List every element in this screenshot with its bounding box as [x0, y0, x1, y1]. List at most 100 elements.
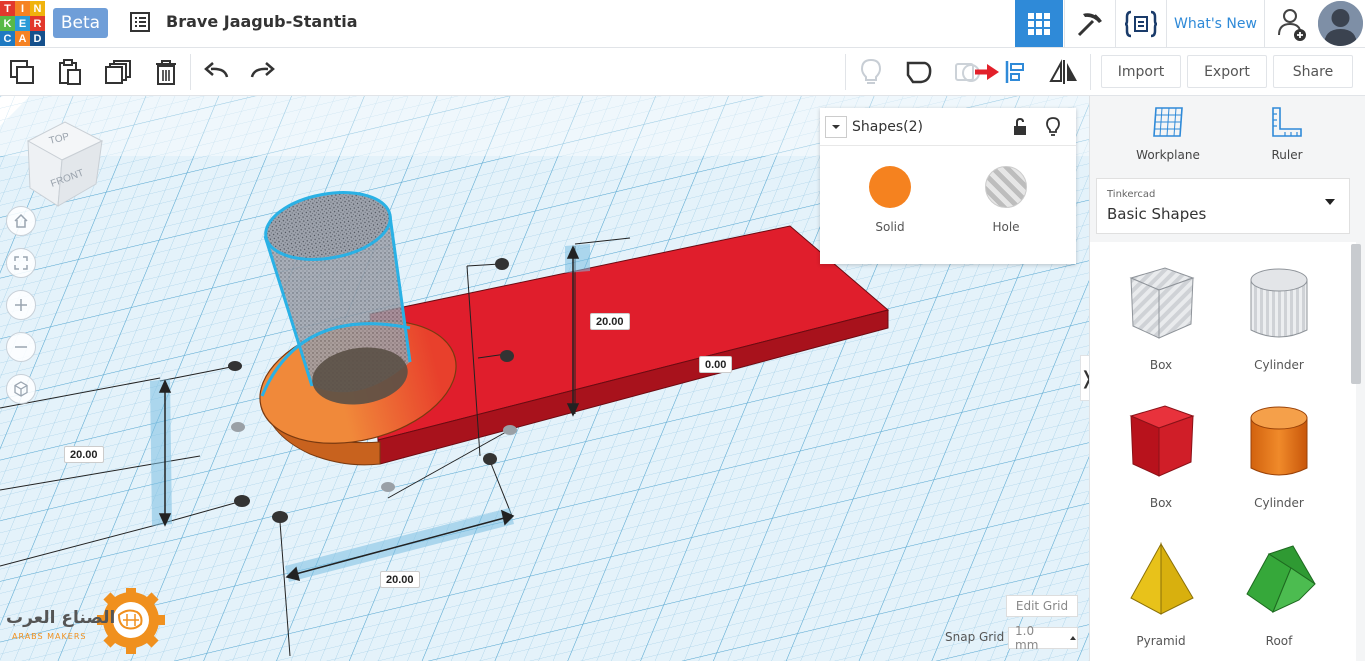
- share-button[interactable]: Share: [1273, 55, 1353, 88]
- inspector-header: Shapes(2): [820, 108, 1076, 146]
- shape-library-select[interactable]: Tinkercad Basic Shapes: [1096, 178, 1350, 234]
- pickaxe-nav-button[interactable]: [1064, 0, 1114, 47]
- mirror-button[interactable]: [1048, 56, 1080, 88]
- zoom-out-button[interactable]: [6, 332, 36, 362]
- collapse-inspector-button[interactable]: [825, 115, 847, 138]
- shape-box-hole[interactable]: Box: [1102, 260, 1220, 380]
- home-view-button[interactable]: [6, 206, 36, 236]
- box-solid-icon: [1129, 405, 1195, 477]
- shape-pyramid[interactable]: Pyramid: [1102, 536, 1220, 656]
- toolbar-divider: [845, 54, 846, 90]
- notes-button[interactable]: [855, 56, 887, 88]
- duplicate-button[interactable]: [102, 56, 134, 88]
- lock-icon[interactable]: [1012, 117, 1028, 137]
- resize-handle[interactable]: [500, 350, 514, 362]
- fit-view-button[interactable]: [6, 248, 36, 278]
- ruler-tool[interactable]: Ruler: [1237, 104, 1337, 162]
- brand-arabic-text: الصناع العرب: [6, 608, 116, 628]
- hole-option[interactable]: Hole: [966, 166, 1046, 234]
- roof-icon: [1246, 545, 1316, 613]
- solid-color-swatch[interactable]: [869, 166, 911, 208]
- library-name: Basic Shapes: [1107, 205, 1207, 223]
- shape-cylinder-hole[interactable]: Cylinder: [1220, 260, 1338, 380]
- library-source-label: Tinkercad: [1107, 189, 1156, 200]
- snap-grid-select[interactable]: 1.0 mm: [1008, 624, 1078, 652]
- shape-roof[interactable]: Roof: [1220, 536, 1338, 656]
- hole-swatch[interactable]: [985, 166, 1027, 208]
- resize-handle[interactable]: [483, 453, 497, 465]
- logo-letter: E: [15, 16, 30, 31]
- resize-handle[interactable]: [495, 258, 509, 270]
- import-button[interactable]: Import: [1101, 55, 1181, 88]
- elevation-dimension-label[interactable]: 0.00: [699, 356, 733, 373]
- show-all-button[interactable]: [903, 56, 935, 88]
- lightbulb-icon: [860, 58, 882, 84]
- lightbulb-icon[interactable]: [1045, 116, 1061, 138]
- shape-box-solid[interactable]: Box: [1102, 398, 1220, 518]
- resize-handle[interactable]: [272, 511, 288, 523]
- shape-label: Cylinder: [1254, 358, 1304, 372]
- zoom-in-button[interactable]: [6, 290, 36, 320]
- resize-handle[interactable]: [228, 361, 242, 371]
- toolbar-divider: [1090, 54, 1091, 90]
- edit-grid-button[interactable]: Edit Grid: [1006, 595, 1078, 617]
- logo-letter: N: [30, 1, 45, 16]
- plus-icon: [15, 299, 27, 311]
- shapes-scrollbar[interactable]: [1351, 244, 1361, 384]
- shapes-grid: Box Cylinder Box Cylinder Pyramid Roof: [1090, 242, 1356, 662]
- shape-cylinder-solid[interactable]: Cylinder: [1220, 398, 1338, 518]
- codeblocks-icon: [1124, 10, 1157, 37]
- height-dimension-label[interactable]: 20.00: [590, 313, 630, 330]
- caret-down-icon: [1325, 199, 1335, 205]
- shape-label: Pyramid: [1136, 634, 1186, 648]
- resize-handle[interactable]: [231, 422, 245, 432]
- mirror-icon: [1049, 59, 1077, 84]
- copy-icon: [10, 60, 34, 84]
- copy-button[interactable]: [6, 56, 38, 88]
- snap-grid-label: Snap Grid: [945, 630, 1005, 644]
- user-avatar[interactable]: [1318, 1, 1363, 46]
- pointer-arrow-annotation: [972, 56, 1002, 88]
- snap-grid-value: 1.0 mm: [1015, 624, 1039, 652]
- logo-letter: R: [30, 16, 45, 31]
- delete-button[interactable]: [150, 56, 182, 88]
- caret-down-icon: [832, 124, 840, 129]
- design-list-icon[interactable]: [130, 12, 150, 32]
- cube-icon: [14, 381, 28, 397]
- 3d-design-nav-button[interactable]: [1015, 0, 1063, 47]
- add-user-icon: [1278, 8, 1306, 41]
- pyramid-icon: [1130, 542, 1194, 615]
- paste-button[interactable]: [54, 56, 86, 88]
- undo-button[interactable]: [200, 56, 232, 88]
- home-icon: [14, 213, 28, 228]
- align-button[interactable]: [1000, 56, 1032, 88]
- pickaxe-icon: [1077, 12, 1102, 36]
- export-button[interactable]: Export: [1187, 55, 1267, 88]
- redo-icon: [250, 62, 275, 78]
- length-dimension-label[interactable]: 20.00: [380, 571, 420, 588]
- resize-handle[interactable]: [503, 425, 517, 435]
- shape-outline-icon: [906, 61, 932, 84]
- width-dimension-label[interactable]: 20.00: [64, 446, 104, 463]
- resize-handle[interactable]: [381, 482, 395, 492]
- logo-letter: A: [15, 31, 30, 46]
- grid-icon: [1028, 12, 1050, 35]
- workplane-icon: [1153, 107, 1183, 137]
- arabs-makers-logo: الصناع العرب ARABS MAKERS: [4, 586, 169, 656]
- shape-label: Cylinder: [1254, 496, 1304, 510]
- codeblocks-nav-button[interactable]: [1115, 0, 1165, 47]
- solid-option[interactable]: Solid: [850, 166, 930, 234]
- design-title[interactable]: Brave Jaagub-Stantia: [166, 12, 358, 31]
- add-user-button[interactable]: [1268, 0, 1314, 47]
- workplane-tool[interactable]: Workplane: [1118, 104, 1218, 162]
- tinkercad-logo[interactable]: T I N K E R C A D: [0, 1, 45, 46]
- resize-handle[interactable]: [234, 495, 250, 507]
- whats-new-link[interactable]: What's New: [1166, 0, 1265, 47]
- perspective-button[interactable]: [6, 374, 36, 404]
- redo-button[interactable]: [247, 56, 279, 88]
- trash-icon: [156, 60, 176, 85]
- workplane-viewport[interactable]: TOP FRONT 20.00 20.00 20.00 0.00 Shapes(…: [0, 96, 1089, 661]
- logo-letter: C: [0, 31, 15, 46]
- duplicate-icon: [105, 60, 131, 84]
- beta-badge[interactable]: Beta: [53, 8, 108, 38]
